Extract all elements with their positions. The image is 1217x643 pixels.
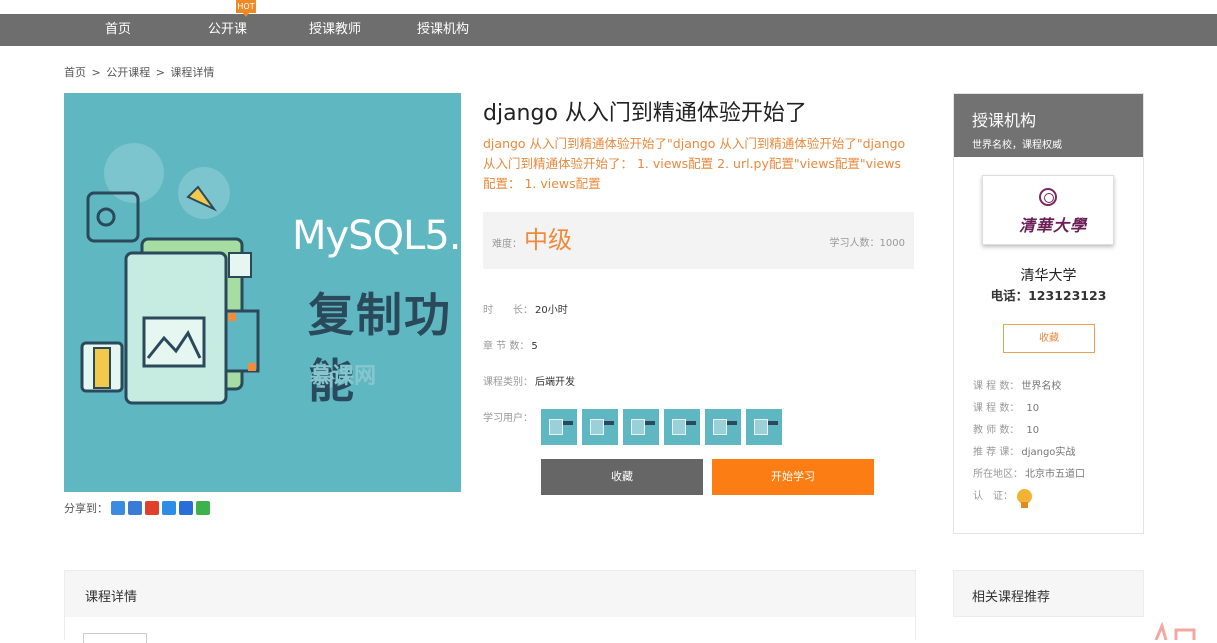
org-name[interactable]: 清华大学 bbox=[954, 265, 1143, 285]
users-label: 学习用户： bbox=[483, 413, 533, 424]
org-header-subtitle: 世界名校，课程权威 bbox=[972, 140, 1062, 151]
org-info-row: 推 荐 课： django实战 bbox=[973, 443, 1075, 458]
nav-item-teachers[interactable]: 授课教师 bbox=[309, 14, 361, 46]
chapters-label: 章 节 数： bbox=[483, 341, 530, 352]
course-title: django 从入门到精通体验开始了 bbox=[483, 101, 807, 126]
org-card: 授课机构 世界名校，课程权威 清華大學 清华大学 电话：123123123 收藏… bbox=[953, 93, 1144, 534]
users-row: 学习用户： bbox=[483, 409, 533, 424]
course-description: django 从入门到精通体验开始了"django 从入门到精通体验开始了"dj… bbox=[483, 136, 906, 191]
share-qzone-icon[interactable] bbox=[128, 501, 142, 515]
course-banner-image: MySQL5.7 复制功能 慕课网 bbox=[64, 93, 461, 492]
org-header: 授课机构 世界名校，课程权威 bbox=[954, 94, 1143, 157]
duration-row: 时 长： 20小时 bbox=[483, 301, 568, 316]
chapters-row: 章 节 数： 5 bbox=[483, 337, 538, 352]
org-info-row: 教 师 数： 10 bbox=[973, 421, 1039, 436]
share-wechat-icon[interactable] bbox=[196, 501, 210, 515]
breadcrumb-home[interactable]: 首页 bbox=[64, 66, 86, 79]
org-phone: 电话：123123123 bbox=[990, 288, 1107, 303]
top-strip bbox=[0, 0, 1217, 14]
learner-avatar[interactable] bbox=[582, 409, 618, 445]
course-detail-panel: 课程详情 bbox=[64, 570, 916, 643]
breadcrumb-open-courses[interactable]: 公开课程 bbox=[106, 66, 150, 79]
course-detail-content bbox=[65, 617, 915, 643]
learner-avatar[interactable] bbox=[746, 409, 782, 445]
learner-avatar[interactable] bbox=[541, 409, 577, 445]
collect-course-button[interactable]: 收藏 bbox=[541, 459, 703, 495]
category-value: 后端开发 bbox=[535, 377, 575, 388]
duration-label: 时 长： bbox=[483, 305, 533, 316]
level-label: 难度： bbox=[492, 239, 522, 250]
banner-title-mysql: MySQL5.7 bbox=[292, 213, 461, 259]
org-info-row: 认 证： bbox=[973, 487, 1032, 508]
detail-image bbox=[83, 633, 147, 643]
learners-label: 学习人数： bbox=[829, 238, 880, 249]
level-panel: 难度： 中级 学习人数：1000 bbox=[483, 212, 914, 269]
level-value: 中级 bbox=[524, 226, 572, 254]
share-bar: 分享到： bbox=[64, 500, 210, 516]
share-more-icon[interactable] bbox=[111, 501, 125, 515]
org-info-label: 认 证： bbox=[973, 491, 1013, 502]
hot-badge: HOT bbox=[236, 0, 256, 17]
learners-value: 1000 bbox=[879, 238, 905, 249]
org-info-row: 课 程 数： 世界名校 bbox=[973, 377, 1061, 392]
certified-badge-icon bbox=[1017, 488, 1032, 508]
category-row: 课程类别： 后端开发 bbox=[483, 373, 575, 388]
breadcrumb-sep: > bbox=[91, 66, 101, 79]
nav-item-open-courses[interactable]: 公开课 bbox=[208, 14, 247, 46]
corner-watermark-icon bbox=[1150, 622, 1217, 640]
org-info-value: 世界名校 bbox=[1021, 381, 1062, 392]
org-info-value: 10 bbox=[1016, 425, 1040, 436]
chapters-value: 5 bbox=[531, 341, 538, 352]
org-info-row: 课 程 数： 10 bbox=[973, 399, 1039, 414]
learner-avatars bbox=[541, 409, 787, 445]
nav-item-organizations[interactable]: 授课机构 bbox=[417, 14, 469, 46]
org-info-value: django实战 bbox=[1021, 447, 1076, 458]
org-info-label: 推 荐 课： bbox=[973, 447, 1020, 458]
learner-avatar[interactable] bbox=[664, 409, 700, 445]
org-info-label: 教 师 数： bbox=[973, 425, 1015, 436]
banner-title-cn: 复制功能 bbox=[308, 288, 452, 408]
org-info-label: 课 程 数： bbox=[973, 381, 1020, 392]
related-courses-title: 相关课程推荐 bbox=[972, 590, 1051, 605]
share-weibo-icon[interactable] bbox=[145, 501, 159, 515]
university-seal-icon bbox=[1039, 188, 1057, 206]
start-learning-button[interactable]: 开始学习 bbox=[712, 459, 874, 495]
nav-item-home[interactable]: 首页 bbox=[105, 14, 131, 46]
share-renren-icon[interactable] bbox=[179, 501, 193, 515]
org-info-row: 所在地区： 北京市五道口 bbox=[973, 465, 1085, 480]
learners-count: 学习人数：1000 bbox=[830, 234, 905, 249]
org-info-label: 课 程 数： bbox=[973, 403, 1015, 414]
breadcrumb: 首页 > 公开课程 > 课程详情 bbox=[64, 64, 216, 80]
org-info-value: 北京市五道口 bbox=[1025, 469, 1085, 480]
share-tencent-icon[interactable] bbox=[162, 501, 176, 515]
breadcrumb-current: 课程详情 bbox=[170, 66, 215, 79]
category-label: 课程类别： bbox=[483, 377, 533, 388]
related-courses-panel: 相关课程推荐 bbox=[953, 570, 1144, 617]
watermark-shape bbox=[1154, 622, 1196, 640]
org-logo[interactable]: 清華大學 bbox=[982, 175, 1114, 245]
duration-value: 20小时 bbox=[535, 305, 568, 316]
org-info-value: 10 bbox=[1016, 403, 1040, 414]
share-label: 分享到： bbox=[64, 502, 108, 515]
org-header-title: 授课机构 bbox=[972, 111, 1037, 130]
org-info-label: 所在地区： bbox=[973, 469, 1023, 480]
breadcrumb-sep: > bbox=[155, 66, 165, 79]
tab-course-detail[interactable]: 课程详情 bbox=[85, 586, 138, 621]
org-logo-text: 清華大學 bbox=[1019, 216, 1088, 235]
banner-watermark: 慕课网 bbox=[310, 364, 377, 389]
main-nav: 首页 公开课 HOT 授课教师 授课机构 bbox=[0, 0, 1217, 46]
org-favorite-button[interactable]: 收藏 bbox=[1003, 324, 1095, 353]
learner-avatar[interactable] bbox=[705, 409, 741, 445]
learner-avatar[interactable] bbox=[623, 409, 659, 445]
